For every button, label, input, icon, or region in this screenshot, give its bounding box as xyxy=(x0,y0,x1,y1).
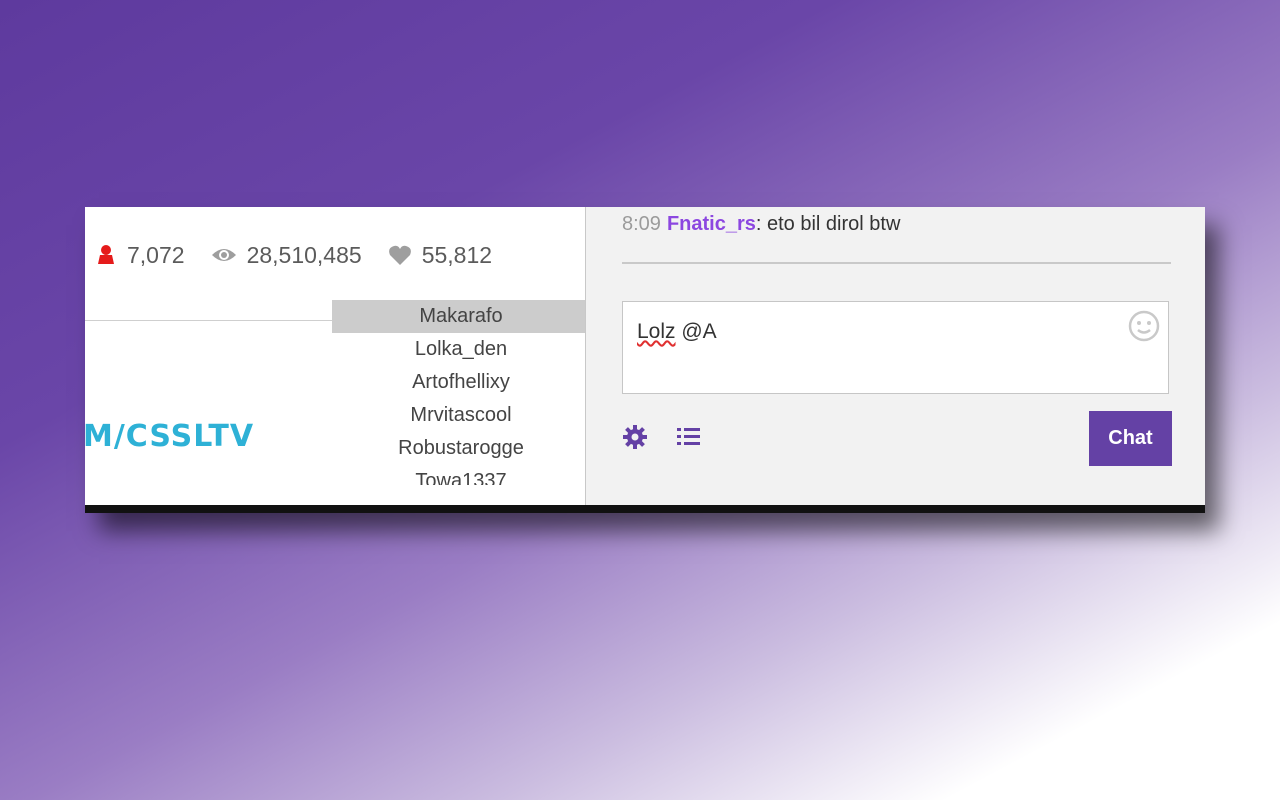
heart-icon xyxy=(388,244,412,266)
followers-stat: 7,072 xyxy=(95,242,185,269)
message-username[interactable]: Fnatic_rs xyxy=(667,213,756,235)
misspelled-word: Lolz xyxy=(637,320,676,343)
message-separator: : xyxy=(755,213,767,235)
chat-input[interactable]: Lolz @A xyxy=(622,301,1169,394)
channel-brand-text: M/CSSLTV xyxy=(85,419,255,454)
message-time: 8:09 xyxy=(622,213,661,235)
chat-separator xyxy=(622,262,1171,264)
autocomplete-item[interactable]: Robustarogge xyxy=(332,432,590,465)
message-text: eto bil dirol btw xyxy=(767,213,901,235)
person-icon xyxy=(95,244,117,266)
autocomplete-item[interactable]: Mrvitascool xyxy=(332,399,590,432)
gear-icon[interactable] xyxy=(622,424,648,450)
screenshot-frame: 7,072 28,510,485 55,812 M/CSSLTV Makaraf… xyxy=(85,207,1205,513)
chat-input-rest: @A xyxy=(675,320,717,343)
divider xyxy=(85,320,335,321)
emoticon-icon[interactable] xyxy=(1128,310,1160,347)
list-icon[interactable] xyxy=(676,426,702,448)
autocomplete-item[interactable]: Towa1337 xyxy=(332,465,590,485)
views-stat: 28,510,485 xyxy=(211,242,362,269)
channel-stats: 7,072 28,510,485 55,812 xyxy=(95,240,518,270)
chat-panel: 8:09 Fnatic_rs: eto bil dirol btw Lolz @A xyxy=(586,207,1205,505)
followers-count: 7,072 xyxy=(127,241,185,268)
chat-send-button[interactable]: Chat xyxy=(1089,411,1172,466)
views-count: 28,510,485 xyxy=(246,241,362,268)
likes-count: 55,812 xyxy=(421,241,493,268)
autocomplete-item[interactable]: Lolka_den xyxy=(332,333,590,366)
chat-input-text[interactable]: Lolz @A xyxy=(637,320,717,344)
eye-icon xyxy=(211,244,237,266)
autocomplete-item[interactable]: Artofhellixy xyxy=(332,366,590,399)
mention-autocomplete-list[interactable]: Makarafo Lolka_den Artofhellixy Mrvitasc… xyxy=(332,300,590,485)
chat-tools xyxy=(622,424,730,450)
likes-stat: 55,812 xyxy=(388,242,492,269)
chat-message: 8:09 Fnatic_rs: eto bil dirol btw xyxy=(622,213,900,236)
autocomplete-item[interactable]: Makarafo xyxy=(332,300,590,333)
